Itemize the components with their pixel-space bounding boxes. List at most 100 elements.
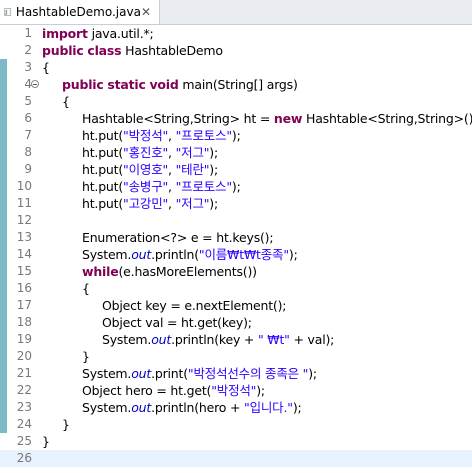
line-number: 3: [24, 60, 32, 74]
code-token: ,: [168, 162, 176, 177]
code-line[interactable]: 4 public static void main(String[] args): [0, 76, 472, 93]
code-line[interactable]: 20}: [0, 348, 472, 365]
code-token: ,: [168, 145, 176, 160]
code-text: Object val = ht.get(key);: [102, 314, 252, 331]
line-number: 22: [16, 383, 32, 397]
line-number: 12: [16, 213, 32, 227]
code-token: ht.put(: [82, 179, 124, 194]
code-token: .println(: [151, 247, 199, 262]
line-number: 24: [16, 417, 32, 431]
code-token: java.util.*;: [87, 26, 154, 41]
code-token: {: [62, 94, 70, 109]
code-line[interactable]: 11 ht.put("고강민", "저그");: [0, 195, 472, 212]
code-line[interactable]: 23 System.out.println(hero + "입니다.");: [0, 399, 472, 416]
code-token: Enumeration<?> e = ht.keys();: [82, 230, 274, 245]
code-line[interactable]: 9 ht.put("이영호", "테란");: [0, 161, 472, 178]
code-text: System.out.println(key + " ₩t" + val);: [102, 331, 334, 348]
code-line[interactable]: 16 {: [0, 280, 472, 297]
code-token: ht.put(: [82, 162, 124, 177]
code-line[interactable]: 10 ht.put("송병구", "프로토스");: [0, 178, 472, 195]
string-token: "박정석선수의 종족은 ": [187, 366, 309, 381]
tab-hashtabledemo-java[interactable]: J HashtableDemo.java ✕: [0, 0, 160, 24]
code-line[interactable]: 1 import java.util.*;: [0, 25, 472, 42]
static-field-token: out: [131, 400, 152, 415]
string-token: "입니다.": [244, 400, 293, 415]
code-line[interactable]: 2 public class HashtableDemo: [0, 42, 472, 59]
keyword-token: static: [107, 77, 146, 92]
code-line[interactable]: 25}: [0, 433, 472, 450]
string-token: "송병구": [123, 179, 169, 194]
line-number: 26: [16, 451, 32, 465]
code-text: ht.put("박정석", "프로토스");: [82, 127, 241, 144]
code-text: }: [82, 348, 90, 365]
code-token: );: [231, 128, 241, 143]
code-token: .println(key +: [171, 332, 258, 347]
string-token: "테란": [175, 162, 210, 177]
code-text: Object key = e.nextElement();: [102, 297, 286, 314]
keyword-token: class: [87, 43, 122, 58]
line-number: 17: [16, 298, 32, 312]
code-token: );: [308, 366, 317, 381]
string-token: "홍진호": [123, 145, 169, 160]
line-number: 21: [16, 366, 32, 380]
code-line[interactable]: 22 Object hero = ht.get("박정석");: [0, 382, 472, 399]
line-number: 5: [24, 94, 32, 108]
code-token: ,: [168, 128, 176, 143]
code-text: {: [42, 59, 50, 76]
code-token: {: [82, 281, 90, 296]
code-line[interactable]: 15 while(e.hasMoreElements()): [0, 263, 472, 280]
code-line[interactable]: 13 Enumeration<?> e = ht.keys();: [0, 229, 472, 246]
code-text: }: [42, 433, 50, 450]
code-line[interactable]: 19 System.out.println(key + " ₩t" + val);: [0, 331, 472, 348]
line-number: 7: [24, 128, 32, 142]
code-line[interactable]: 17 Object key = e.nextElement();: [0, 297, 472, 314]
code-token: );: [209, 145, 218, 160]
code-token: );: [256, 383, 265, 398]
close-icon[interactable]: ✕: [141, 6, 151, 18]
code-line[interactable]: 26: [0, 450, 472, 467]
code-text: while(e.hasMoreElements()): [82, 263, 257, 280]
fold-collapse-icon[interactable]: [31, 80, 39, 88]
code-line[interactable]: 18 Object val = ht.get(key);: [0, 314, 472, 331]
code-line[interactable]: 12: [0, 212, 472, 229]
code-line[interactable]: 24}: [0, 416, 472, 433]
keyword-token: import: [42, 26, 88, 41]
string-token: " ₩t": [257, 332, 290, 347]
line-number: 8: [24, 145, 32, 159]
code-text: {: [62, 93, 70, 110]
code-line[interactable]: 5{: [0, 93, 472, 110]
string-token: "저그": [175, 196, 210, 211]
line-number: 18: [16, 315, 32, 329]
code-line[interactable]: 8 ht.put("홍진호", "저그");: [0, 144, 472, 161]
code-editor[interactable]: 1 import java.util.*; 2 public class Hashta…: [0, 25, 472, 473]
tab-label: HashtableDemo.java: [15, 5, 141, 19]
code-token: Hashtable<String,String>();: [302, 111, 472, 126]
code-text: Enumeration<?> e = ht.keys();: [82, 229, 274, 246]
code-token: Object hero = ht.get(: [82, 383, 212, 398]
code-token: HashtableDemo: [121, 43, 223, 58]
line-number: 9: [24, 162, 32, 176]
line-number: 2: [24, 43, 32, 57]
line-number: 10: [16, 179, 32, 193]
code-line[interactable]: 3{: [0, 59, 472, 76]
code-text: }: [62, 416, 70, 433]
string-token: "프로토스": [175, 179, 233, 194]
code-token: }: [62, 417, 70, 432]
static-field-token: out: [131, 247, 152, 262]
code-token: (e.hasMoreElements()): [118, 264, 258, 279]
line-number: 6: [24, 111, 32, 125]
code-line[interactable]: 7 ht.put("박정석", "프로토스");: [0, 127, 472, 144]
code-token: ht.put(: [82, 128, 124, 143]
keyword-token: public: [62, 77, 104, 92]
code-line[interactable]: 14 System.out.println("이름₩t₩t종족");: [0, 246, 472, 263]
code-token: System.: [102, 332, 152, 347]
code-token: Hashtable<String,String> ht =: [82, 111, 274, 126]
code-token: .println(hero +: [151, 400, 245, 415]
code-text: Object hero = ht.get("박정석");: [82, 382, 265, 399]
keyword-token: void: [149, 77, 179, 92]
code-token: ht.put(: [82, 196, 124, 211]
editor-tab-bar: J HashtableDemo.java ✕: [0, 0, 472, 25]
code-line[interactable]: 6 Hashtable<String,String> ht = new Hasht…: [0, 110, 472, 127]
code-token: ,: [168, 179, 176, 194]
code-line[interactable]: 21 System.out.print("박정석선수의 종족은 ");: [0, 365, 472, 382]
